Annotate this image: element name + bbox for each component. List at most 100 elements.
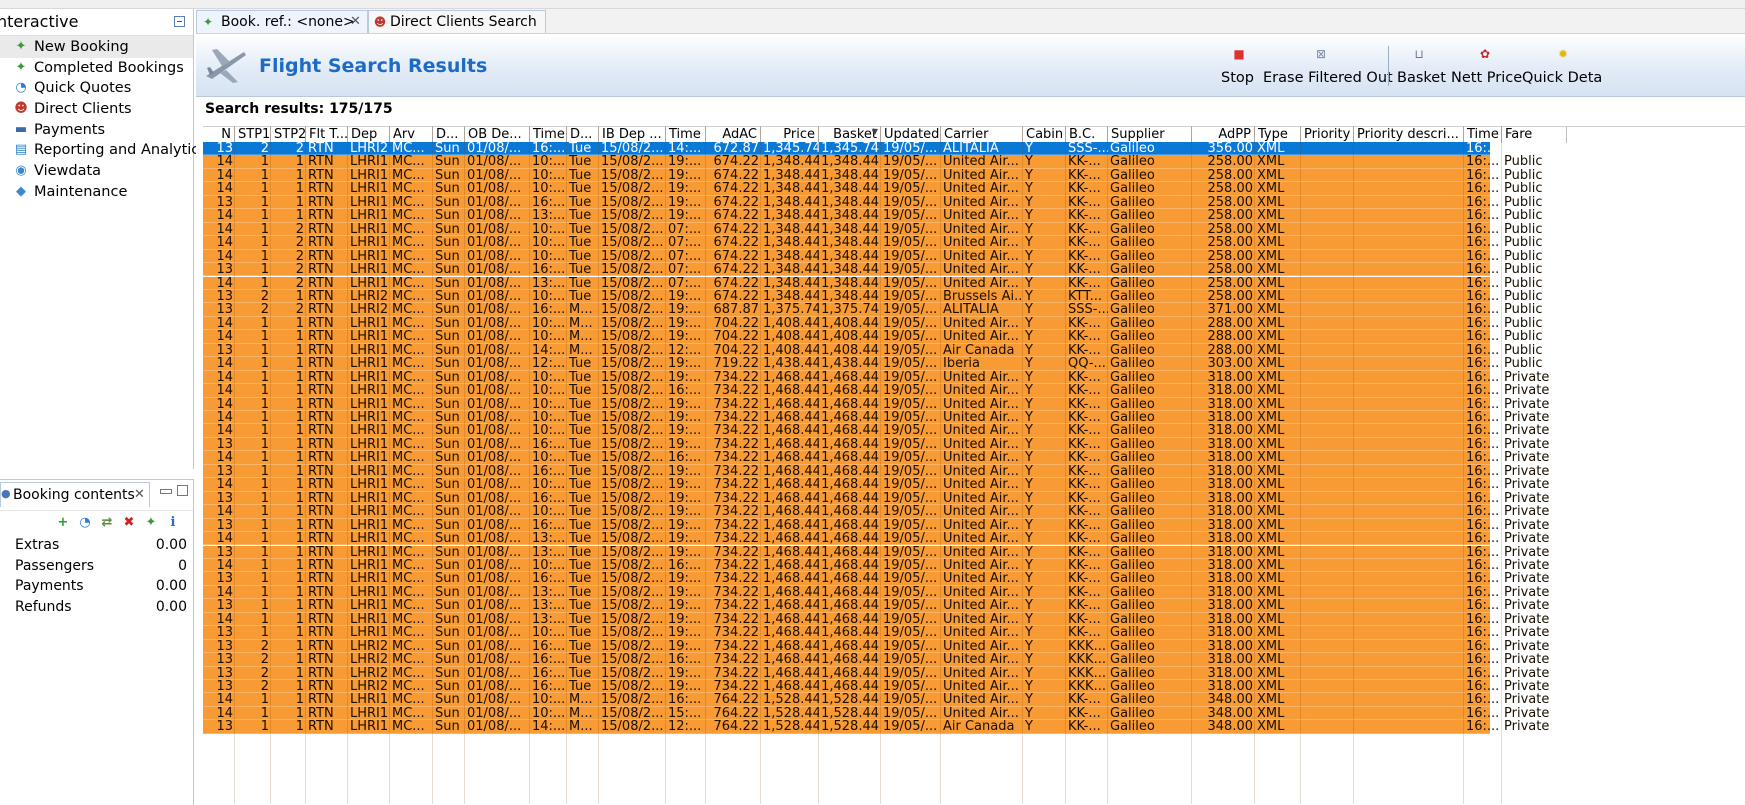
table-row[interactable]: 13 1 1 RTN LHRI1 MC... Sun 01/08/... 16:... Tue 15… [203, 518, 1549, 533]
sidebar-item-new-booking[interactable]: ✦ New Booking [0, 36, 193, 58]
table-row[interactable]: 13 1 1 RTN LHRI1 MC... Sun 01/08/... 13:... Tue 15… [203, 599, 1549, 614]
column-header-cabin[interactable]: Cabin [1023, 127, 1066, 143]
column-header-stp1[interactable]: STP1 [235, 127, 271, 143]
sidebar-item-maintenance[interactable]: ◆ Maintenance [10, 181, 193, 203]
table-row[interactable]: 14 1 1 RTN LHRI1 MC... Sun 01/08/... 10:... M... 1… [203, 316, 1542, 331]
clock-icon[interactable]: ◔ [77, 515, 93, 531]
column-header-time[interactable]: Time [530, 127, 567, 143]
sidebar-item-payments[interactable]: ▬ Payments [10, 119, 193, 141]
delete-icon[interactable]: ✖ [121, 515, 137, 531]
palm-icon[interactable]: ✦ [143, 515, 159, 531]
nett-price-button[interactable]: ✿ Nett Price [1451, 44, 1522, 92]
table-row[interactable]: 14 1 1 RTN LHRI1 MC... Sun 01/08/... 10:... Tue 15… [203, 411, 1549, 425]
table-row[interactable]: 14 1 1 RTN LHRI1 MC... Sun 01/08/... 10:... M... 1… [203, 330, 1542, 345]
column-header-priority-descri[interactable]: Priority descri... [1354, 127, 1464, 143]
column-header-adpp[interactable]: AdPP [1192, 127, 1255, 143]
move-icon[interactable]: ⇄ [99, 515, 115, 531]
booking-row-extras[interactable]: Extras 0.00 [15, 535, 187, 557]
table-row[interactable]: 13 1 2 RTN LHRI1 MC... Sun 01/08/... 16:... Tue 15… [203, 263, 1542, 277]
table-row[interactable]: 13 2 1 RTN LHRI2 MC... Sun 01/08/... 16:... Tue 15… [203, 666, 1549, 681]
close-icon[interactable]: ✕ [134, 487, 145, 502]
table-row[interactable]: 14 1 1 RTN LHRI1 MC... Sun 01/08/... 10:... Tue 15… [203, 384, 1549, 398]
column-header-flt-t[interactable]: Flt T... [306, 127, 348, 143]
table-row[interactable]: 14 1 1 RTN LHRI1 MC... Sun 01/08/... 10:... M... 1… [203, 706, 1549, 721]
table-row[interactable]: 14 1 1 RTN LHRI1 MC... Sun 01/08/... 13:... Tue 15… [203, 612, 1549, 627]
column-header-ob-de[interactable]: OB De... [465, 127, 530, 143]
table-row[interactable]: 14 1 1 RTN LHRI1 MC... Sun 01/08/... 10:... Tue 15… [203, 370, 1549, 385]
column-header-type[interactable]: Type [1255, 127, 1301, 143]
table-row[interactable]: 14 1 2 RTN LHRI1 MC... Sun 01/08/... 10:... Tue 15… [203, 236, 1542, 251]
table-row[interactable]: 14 1 1 RTN LHRI1 MC... Sun 01/08/... 10:... Tue 15… [203, 505, 1549, 520]
table-row[interactable]: 14 1 2 RTN LHRI1 MC... Sun 01/08/... 10:... Tue 15… [203, 222, 1542, 237]
table-row[interactable]: 14 1 2 RTN LHRI1 MC... Sun 01/08/... 13:... Tue 15… [203, 276, 1542, 291]
table-row[interactable]: 14 1 1 RTN LHRI1 MC... Sun 01/08/... 10:... Tue 15… [203, 155, 1542, 170]
table-row[interactable]: 13 2 1 RTN LHRI2 MC... Sun 01/08/... 16:... Tue 15… [203, 653, 1549, 667]
table-row[interactable]: 14 1 1 RTN LHRI1 MC... Sun 01/08/... 10:... Tue 15… [203, 168, 1542, 183]
column-header-price[interactable]: Price [761, 127, 819, 143]
table-row[interactable]: 14 1 1 RTN LHRI1 MC... Sun 01/08/... 12:... Tue 15… [203, 357, 1542, 372]
table-row[interactable]: 14 1 1 RTN LHRI1 MC... Sun 01/08/... 13:... Tue 15… [203, 532, 1549, 546]
table-row[interactable]: 13 1 1 RTN LHRI1 MC... Sun 01/08/... 16:... Tue 15… [203, 437, 1549, 452]
table-row[interactable]: 14 1 1 RTN LHRI1 MC... Sun 01/08/... 10:... Tue 15… [203, 397, 1549, 412]
table-row[interactable]: 13 2 1 RTN LHRI2 MC... Sun 01/08/... 10:... Tue 15… [203, 289, 1542, 304]
table-row[interactable]: 14 1 1 RTN LHRI1 MC... Sun 01/08/... 10:... Tue 15… [203, 478, 1549, 493]
column-header-ib-dep[interactable]: IB Dep ... [599, 127, 666, 143]
tab-direct-clients-search[interactable]: ☻ Direct Clients Search [368, 10, 546, 33]
column-header-time[interactable]: Time [1464, 127, 1502, 143]
tab-booking-contents[interactable]: ● Booking contents ✕ [0, 482, 150, 507]
booking-row-payments[interactable]: Payments 0.00 [15, 576, 187, 598]
table-row[interactable]: 13 1 1 RTN LHRI1 MC... Sun 01/08/... 16:... Tue 15… [203, 464, 1549, 479]
table-row[interactable]: 14 1 2 RTN LHRI1 MC... Sun 01/08/... 10:... Tue 15… [203, 249, 1542, 264]
column-header-dep[interactable]: Dep [348, 127, 390, 143]
table-row[interactable]: 13 2 1 RTN LHRI2 MC... Sun 01/08/... 16:... Tue 15… [203, 680, 1549, 694]
column-header-basket[interactable]: Basket ▼ [819, 127, 881, 143]
table-row[interactable]: 13 1 1 RTN LHRI1 MC... Sun 01/08/... 16:... Tue 15… [203, 195, 1542, 210]
column-header-stp2[interactable]: STP2 [271, 127, 306, 143]
table-row[interactable]: 13 1 1 RTN LHRI1 MC... Sun 01/08/... 13:... Tue 15… [203, 545, 1549, 560]
column-header-d[interactable]: D... [567, 127, 599, 143]
table-row[interactable]: 14 1 1 RTN LHRI1 MC... Sun 01/08/... 10:... Tue 15… [203, 558, 1549, 573]
table-row[interactable]: 14 1 1 RTN LHRI1 MC... Sun 01/08/... 13:... Tue 15… [203, 209, 1542, 224]
sidebar-item-completed-bookings[interactable]: ✦ Completed Bookings [10, 57, 193, 79]
booking-row-passengers[interactable]: Passengers 0 [15, 556, 187, 578]
sidebar-item-reporting-and-analytics[interactable]: ▤ Reporting and Analytics [10, 139, 207, 161]
tab-booking-reference[interactable]: ✦ Book. ref.: <none> ✕ [196, 10, 368, 33]
sidebar-item-direct-clients[interactable]: ☻ Direct Clients [10, 98, 193, 120]
table-row[interactable]: 14 1 1 RTN LHRI1 MC... Sun 01/08/... 10:... Tue 15… [203, 451, 1549, 466]
maximize-button[interactable] [177, 485, 188, 496]
sidebar-item-quick-quotes[interactable]: ◔ Quick Quotes [10, 77, 193, 99]
column-header-n[interactable]: N [203, 127, 235, 143]
booking-row-refunds[interactable]: Refunds 0.00 [15, 597, 187, 619]
table-row[interactable]: 13 2 1 RTN LHRI2 MC... Sun 01/08/... 16:... Tue 15… [203, 639, 1549, 654]
column-header-adac[interactable]: AdAC [706, 127, 761, 143]
table-row[interactable]: 13 1 1 RTN LHRI1 MC... Sun 01/08/... 14:... M... 1… [203, 343, 1542, 358]
table-row[interactable]: 14 1 1 RTN LHRI1 MC... Sun 01/08/... 13:... Tue 15… [203, 585, 1549, 600]
collapse-all-button[interactable] [174, 16, 185, 27]
add-icon[interactable]: + [55, 515, 71, 531]
erase-filtered-out-button[interactable]: ⊠ Erase Filtered Out [1263, 44, 1393, 92]
table-row[interactable]: 13 1 1 RTN LHRI1 MC... Sun 01/08/... 16:... Tue 15… [203, 572, 1549, 587]
minimize-button[interactable] [160, 489, 172, 494]
column-header-carrier[interactable]: Carrier [941, 127, 1023, 143]
column-header-d[interactable]: D... [433, 127, 465, 143]
table-row[interactable]: 13 1 1 RTN LHRI1 MC... Sun 01/08/... 14:... M... 1… [203, 720, 1549, 735]
info-icon[interactable]: i [165, 515, 181, 531]
table-row[interactable]: 13 1 1 RTN LHRI1 MC... Sun 01/08/... 10:... Tue 15… [203, 626, 1549, 641]
column-header-b-c[interactable]: B.C. [1066, 127, 1108, 143]
basket-button[interactable]: ⊔ Basket [1395, 44, 1446, 92]
table-row[interactable]: 13 2 2 RTN LHRI2 MC... Sun 01/08/... 16:... M... 1… [203, 303, 1542, 318]
table-row[interactable]: 14 1 1 RTN LHRI1 MC... Sun 01/08/... 10:... Tue 15… [203, 424, 1549, 439]
column-header-fare[interactable]: Fare [1502, 127, 1567, 143]
stop-button[interactable]: ■ Stop [1221, 44, 1257, 92]
column-header-updated[interactable]: Updated [881, 127, 941, 143]
table-row[interactable]: 13 2 2 RTN LHRI2 MC... Sun 01/08/... 16:... Tue 15… [203, 142, 1542, 156]
column-header-priority[interactable]: Priority [1301, 127, 1354, 143]
column-header-arv[interactable]: Arv [390, 127, 433, 143]
table-row[interactable]: 14 1 1 RTN LHRI1 MC... Sun 01/08/... 10:... Tue 15… [203, 182, 1542, 197]
sidebar-item-viewdata[interactable]: ◉ Viewdata [10, 160, 193, 182]
table-row[interactable]: 13 1 1 RTN LHRI1 MC... Sun 01/08/... 16:... Tue 15… [203, 491, 1549, 506]
close-icon[interactable]: ✕ [350, 14, 361, 29]
table-row[interactable]: 14 1 1 RTN LHRI1 MC... Sun 01/08/... 10:... M... 1… [203, 693, 1549, 708]
quick-details-button[interactable]: ✹ Quick Deta [1522, 44, 1602, 92]
results-grid[interactable]: N STP1 STP2 Flt T... Dep Arv D... OB De... Time D… [203, 126, 1745, 804]
